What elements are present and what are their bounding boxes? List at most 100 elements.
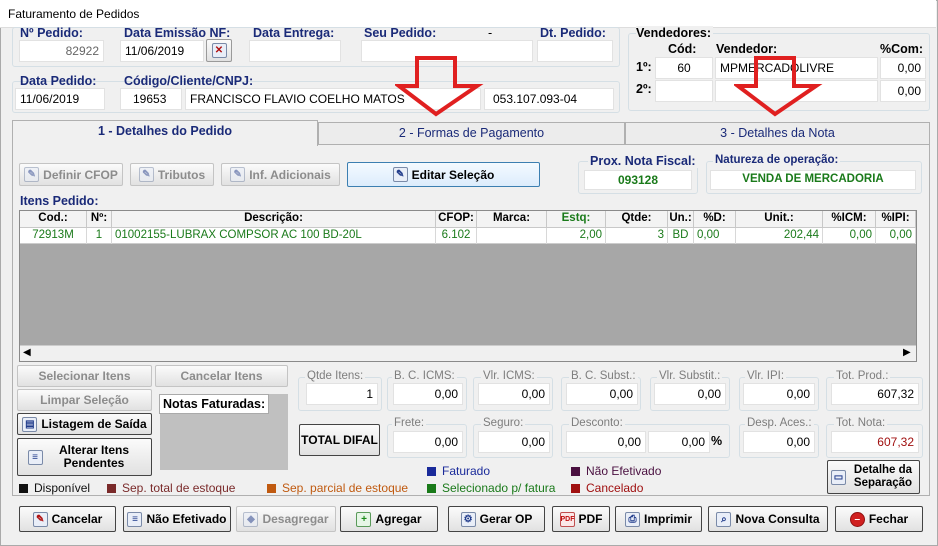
- natureza-field[interactable]: VENDA DE MERCADORIA: [710, 170, 916, 190]
- legend-disponivel: Disponível: [19, 481, 90, 495]
- frete-label: Frete:: [392, 417, 427, 429]
- nova-consulta-button[interactable]: ⌕ Nova Consulta: [708, 506, 828, 532]
- close-icon: –: [849, 511, 865, 527]
- editar-selecao-button[interactable]: ✎ Editar Seleção: [347, 162, 540, 187]
- dt-pedido-field[interactable]: [537, 40, 613, 62]
- nao-efetivado-button[interactable]: ≡ Não Efetivado: [123, 506, 231, 532]
- vlr-icms-field[interactable]: 0,00: [478, 383, 550, 405]
- tab-formas-pagamento[interactable]: 2 - Formas de Pagamento: [318, 122, 625, 144]
- tab-detalhes-nota[interactable]: 3 - Detalhes da Nota: [625, 122, 930, 144]
- cancelar-button[interactable]: ✎ Cancelar: [19, 506, 116, 532]
- data-pedido-field[interactable]: 11/06/2019: [15, 88, 105, 110]
- edit-icon: ✎: [24, 167, 40, 182]
- fechar-button[interactable]: – Fechar: [835, 506, 923, 532]
- pedido-field[interactable]: 82922: [19, 40, 104, 62]
- gerar-op-button[interactable]: ⚙ Gerar OP: [448, 506, 545, 532]
- col-ipi[interactable]: %IPI:: [876, 211, 916, 228]
- total-difal-button[interactable]: TOTAL DIFAL: [299, 424, 380, 456]
- search-icon: ⌕: [716, 511, 732, 527]
- alterar-itens-button[interactable]: ≡ Alterar Itens Pendentes: [17, 438, 152, 476]
- cell-un: BD: [668, 228, 694, 244]
- qtde-itens-field[interactable]: 1: [306, 383, 378, 405]
- col-unit[interactable]: Unit.:: [736, 211, 823, 228]
- pdf-button[interactable]: PDF PDF: [552, 506, 610, 532]
- col-descricao[interactable]: Descrição:: [112, 211, 436, 228]
- selecionar-itens-button[interactable]: Selecionar Itens: [17, 365, 152, 387]
- col-n[interactable]: Nº:: [87, 211, 112, 228]
- col-marca[interactable]: Marca:: [477, 211, 547, 228]
- listagem-saida-button[interactable]: ▤ Listagem de Saída: [17, 413, 152, 435]
- legend-swatch: [571, 466, 580, 476]
- seguro-label: Seguro:: [481, 417, 526, 429]
- frete-field[interactable]: 0,00: [393, 431, 463, 453]
- col-cod[interactable]: Cod.:: [20, 211, 87, 228]
- col-d[interactable]: %D:: [694, 211, 736, 228]
- vendedor-2-cod[interactable]: [655, 80, 713, 102]
- scroll-left-icon[interactable]: ◀: [23, 347, 31, 358]
- vendedor-1-pos: 1º:: [636, 60, 652, 74]
- desp-aces-field[interactable]: 0,00: [743, 431, 815, 453]
- prox-nota-label: Prox. Nota Fiscal:: [588, 154, 698, 168]
- bc-subst-field[interactable]: 0,00: [566, 383, 638, 405]
- vendedores-nome-label: Vendedor:: [716, 42, 778, 56]
- limpar-selecao-button[interactable]: Limpar Seleção: [17, 389, 152, 411]
- legend-faturado: Faturado: [427, 464, 490, 478]
- col-cfop[interactable]: CFOP:: [436, 211, 477, 228]
- entrega-field[interactable]: [249, 40, 341, 62]
- vendedor-1-cod[interactable]: 60: [655, 57, 713, 79]
- table-row[interactable]: 72913M 1 01002155-LUBRAX COMPSOR AC 100 …: [20, 228, 916, 244]
- desconto-field[interactable]: 0,00: [566, 431, 646, 453]
- bc-icms-label: B. C. ICMS:: [392, 370, 457, 382]
- listagem-saida-label: Listagem de Saída: [41, 417, 147, 431]
- vlr-ipi-field[interactable]: 0,00: [743, 383, 815, 405]
- vendedores-title: Vendedores:: [636, 26, 714, 40]
- detalhe-separacao-button[interactable]: ▭ Detalhe da Separação: [827, 460, 920, 494]
- selecionar-itens-label: Selecionar Itens: [38, 369, 131, 383]
- bc-icms-field[interactable]: 0,00: [393, 383, 463, 405]
- scroll-right-icon[interactable]: ▶: [903, 347, 911, 358]
- definir-cfop-button[interactable]: ✎ Definir CFOP: [19, 163, 123, 186]
- cliente-codigo-field[interactable]: 19653: [120, 88, 182, 110]
- plus-icon: +: [356, 511, 372, 527]
- vlr-subst-field[interactable]: 0,00: [654, 383, 726, 405]
- tot-prod-field[interactable]: 607,32: [831, 383, 919, 405]
- col-icm[interactable]: %ICM:: [823, 211, 876, 228]
- legend-swatch: [571, 483, 580, 493]
- col-estq[interactable]: Estq:: [547, 211, 606, 228]
- cell-marca: [477, 228, 547, 244]
- legend-cancelado: Cancelado: [571, 481, 643, 495]
- tab-detalhes-pedido[interactable]: 1 - Detalhes do Pedido: [12, 120, 318, 146]
- emissao-field[interactable]: 11/06/2019: [120, 40, 204, 62]
- vendedor-1-com[interactable]: 0,00: [880, 57, 926, 79]
- dt-pedido-label: Dt. Pedido:: [540, 26, 606, 40]
- vendedor-2-com[interactable]: 0,00: [880, 80, 926, 102]
- legend-label: Faturado: [442, 464, 491, 478]
- prox-nota-field[interactable]: 093128: [584, 170, 692, 190]
- agregar-button[interactable]: + Agregar: [340, 506, 438, 532]
- calendar-icon: ✕: [211, 43, 227, 58]
- nova-consulta-label: Nova Consulta: [735, 512, 820, 526]
- horizontal-scrollbar[interactable]: ◀ ▶: [20, 345, 916, 361]
- legend-swatch: [427, 466, 436, 476]
- tot-nota-field[interactable]: 607,32: [831, 431, 919, 453]
- col-qtde[interactable]: Qtde:: [606, 211, 668, 228]
- seguro-field[interactable]: 0,00: [478, 431, 550, 453]
- title-bar: Faturamento de Pedidos: [0, 0, 936, 28]
- legend-label: Cancelado: [586, 481, 644, 495]
- tributos-button[interactable]: ✎ Tributos: [130, 163, 214, 186]
- desconto-pct-field[interactable]: 0,00: [648, 431, 710, 453]
- inf-adicionais-button[interactable]: ✎ Inf. Adicionais: [221, 163, 340, 186]
- cliente-cnpj-field[interactable]: 053.107.093-04: [484, 88, 614, 110]
- calendar-button[interactable]: ✕: [206, 39, 232, 62]
- tot-nota-label: Tot. Nota:: [834, 417, 888, 429]
- cell-unit: 202,44: [736, 228, 823, 244]
- imprimir-label: Imprimir: [643, 512, 692, 526]
- qtde-itens-label: Qtde Itens:: [305, 370, 366, 382]
- imprimir-button[interactable]: ⎙ Imprimir: [615, 506, 702, 532]
- itens-grid[interactable]: Cod.: Nº: Descrição: CFOP: Marca: Estq: …: [19, 210, 917, 362]
- desagregar-button[interactable]: ◆ Desagregar: [236, 506, 336, 532]
- col-un[interactable]: Un.:: [668, 211, 694, 228]
- desp-aces-label: Desp. Aces.:: [745, 417, 814, 429]
- cancelar-itens-button[interactable]: Cancelar Itens: [155, 365, 288, 387]
- edit-icon: ✎: [230, 167, 246, 182]
